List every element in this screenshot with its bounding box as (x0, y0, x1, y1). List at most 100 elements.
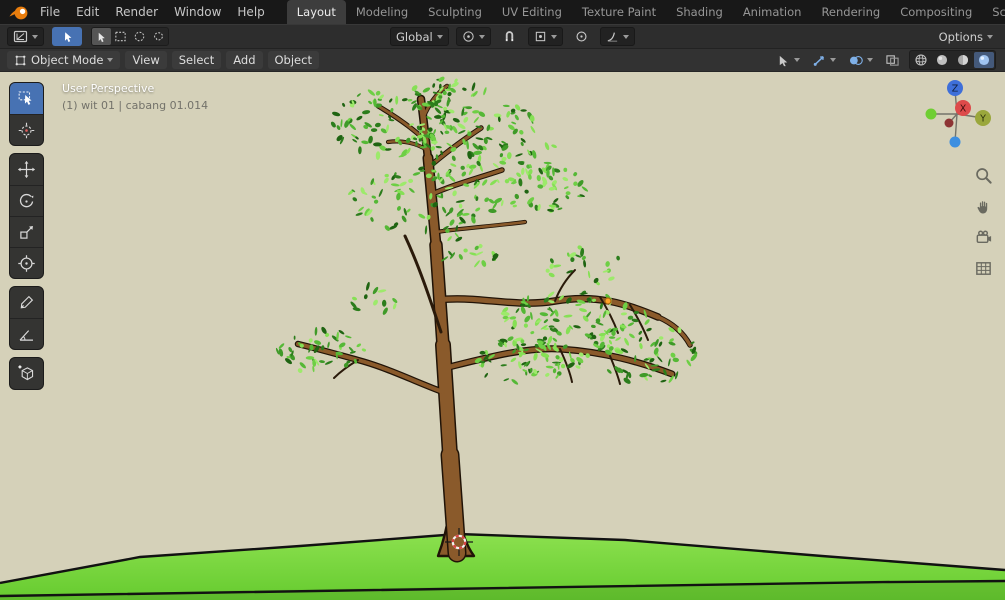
tree-object[interactable] (275, 76, 698, 563)
editor-type-button[interactable] (7, 27, 44, 46)
tool-annotate-button[interactable] (10, 287, 43, 318)
camera-view-button[interactable] (972, 226, 994, 248)
object-menu[interactable]: Object (267, 51, 319, 69)
interaction-mode-dropdown[interactable]: Object Mode (7, 51, 121, 69)
cursor-tool-icon (18, 122, 35, 138)
view-menu[interactable]: View (125, 51, 167, 69)
add-cube-icon (18, 365, 34, 381)
falloff-curve-icon (607, 32, 617, 42)
tool-add-cube-button[interactable] (10, 358, 43, 389)
proportional-editing-toggle[interactable] (570, 27, 593, 46)
tool-rotate-button[interactable] (10, 185, 43, 216)
box-select-icon (115, 31, 126, 42)
shading-material-preview-button[interactable] (953, 52, 973, 68)
menu-help[interactable]: Help (229, 0, 272, 24)
proportional-editing-icon (576, 31, 587, 42)
select-menu-label: Select (178, 53, 215, 67)
menu-edit[interactable]: Edit (68, 0, 107, 24)
select-menu[interactable]: Select (171, 51, 222, 69)
tool-cursor-button[interactable] (10, 114, 43, 145)
move-tool-icon (17, 160, 36, 179)
workspace-tab-layout[interactable]: Layout (286, 0, 346, 24)
select-mode-tweak-button[interactable] (92, 28, 111, 45)
viewport-side-controls (972, 164, 994, 279)
tool-select-box-button[interactable] (10, 83, 43, 114)
proportional-falloff-dropdown[interactable] (599, 27, 635, 46)
select-mode-box-button[interactable] (111, 28, 130, 45)
viewport-3d[interactable]: User Perspective (1) wit 01 | cabang 01.… (0, 72, 1005, 600)
magnifier-icon (975, 167, 992, 184)
select-mode-circle-button[interactable] (130, 28, 149, 45)
magnet-icon (505, 30, 513, 41)
wireframe-sphere-icon (915, 54, 927, 66)
blender-logo-icon[interactable] (8, 4, 30, 21)
pan-button[interactable] (972, 195, 994, 217)
chevron-down-icon (867, 58, 873, 62)
overlays-dropdown[interactable] (845, 51, 876, 69)
object-menu-label: Object (274, 53, 312, 67)
shading-rendered-button[interactable] (974, 52, 994, 68)
chevron-down-icon (478, 34, 485, 39)
snap-target-icon (535, 31, 545, 42)
chevron-down-icon (622, 34, 629, 39)
workspace-tab-modeling[interactable]: Modeling (346, 0, 418, 24)
tool-move-button[interactable] (10, 154, 43, 185)
xray-toggle-button[interactable] (882, 51, 903, 69)
menu-window[interactable]: Window (166, 0, 229, 24)
workspace-tab-rendering[interactable]: Rendering (811, 0, 890, 24)
menu-render[interactable]: Render (107, 0, 166, 24)
workspace-tab-sculpting[interactable]: Sculpting (418, 0, 492, 24)
options-dropdown[interactable]: Options (934, 27, 998, 46)
workspace-tab-shading[interactable]: Shading (666, 0, 733, 24)
tool-scale-button[interactable] (10, 216, 43, 247)
add-menu[interactable]: Add (226, 51, 263, 69)
nav-axis-z[interactable]: Z (947, 80, 963, 96)
options-label: Options (938, 29, 983, 44)
select-mode-lasso-button[interactable] (149, 28, 168, 45)
camera-icon (976, 230, 991, 243)
nav-axis-y-neg[interactable] (925, 108, 937, 120)
gizmo-arrows-icon (813, 55, 824, 66)
tool-measure-button[interactable] (10, 318, 43, 349)
select-box-icon (18, 91, 32, 105)
tool-transform-button[interactable] (10, 247, 43, 278)
nav-axis-x-neg[interactable] (944, 118, 954, 128)
zoom-button[interactable] (972, 164, 994, 186)
tweak-select-icon (98, 32, 105, 43)
viewport-canvas[interactable] (0, 72, 1005, 600)
pivot-point-dropdown[interactable] (455, 27, 491, 46)
viewport-header-toggles (773, 50, 998, 70)
select-mode-group (91, 27, 169, 46)
menu-file[interactable]: File (32, 0, 68, 24)
svg-text:X: X (960, 103, 967, 114)
workspace-tab-compositing[interactable]: Compositing (890, 0, 982, 24)
workspace-tab-animation[interactable]: Animation (733, 0, 812, 24)
nav-gizmo[interactable]: Z X Y (919, 78, 999, 158)
active-tool-button[interactable] (52, 27, 82, 46)
transform-orientation-dropdown[interactable]: Global (390, 27, 449, 46)
select-box-icon (64, 31, 72, 42)
shading-solid-button[interactable] (932, 52, 952, 68)
viewport-header: Object Mode View Select Add Object (0, 49, 1005, 72)
workspace-tab-uv-editing[interactable]: UV Editing (492, 0, 572, 24)
object-visibility-dropdown[interactable] (773, 51, 803, 69)
nav-axis-x[interactable]: X (955, 100, 971, 116)
grid-icon (975, 261, 991, 275)
workspace-tab-scripting[interactable]: Scripting (982, 0, 1005, 24)
scale-tool-icon (20, 225, 33, 239)
workspace-tab-texture-paint[interactable]: Texture Paint (572, 0, 666, 24)
nav-axis-y[interactable]: Y (975, 110, 991, 126)
ground-plane[interactable] (0, 532, 1005, 600)
measure-tool-icon (19, 329, 33, 341)
top-menu-bar: File Edit Render Window Help Layout Mode… (0, 0, 1005, 24)
gizmos-dropdown[interactable] (809, 51, 839, 69)
chevron-down-icon (794, 58, 800, 62)
shading-wireframe-button[interactable] (911, 52, 931, 68)
nav-axis-z-neg[interactable] (949, 136, 961, 148)
tool-settings-bar: Global Options (0, 24, 1005, 49)
snap-toggle-button[interactable] (498, 27, 521, 46)
perspective-toggle-button[interactable] (972, 257, 994, 279)
chevron-down-icon (107, 58, 114, 62)
chevron-down-icon (830, 58, 836, 62)
snap-target-dropdown[interactable] (527, 27, 563, 46)
